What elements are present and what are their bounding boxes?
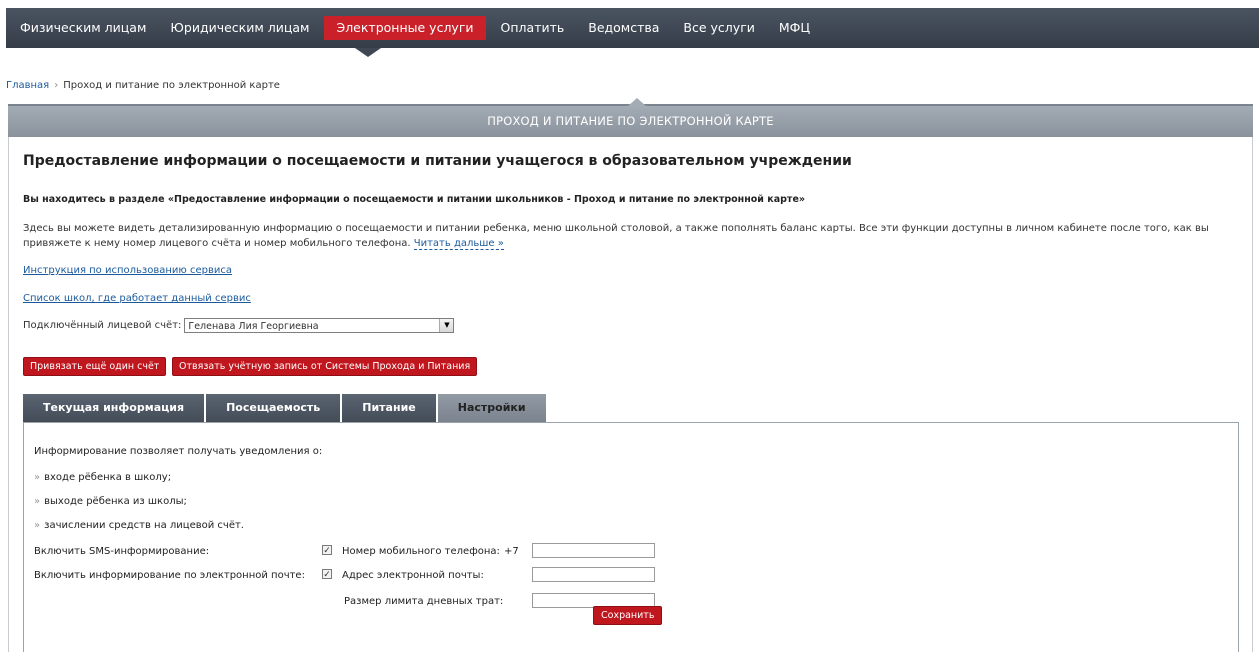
tab-settings[interactable]: Настройки	[437, 394, 546, 422]
list-item: » выходе рёбенка из школы;	[34, 496, 187, 507]
nav-active-pointer	[355, 48, 381, 57]
unbind-account-button[interactable]: Отвязать учётную запись от Системы Прохо…	[172, 357, 478, 376]
tab-current-info[interactable]: Текущая информация	[23, 394, 205, 422]
email-label: Адрес электронной почты:	[342, 570, 484, 581]
page-title: Предоставление информации о посещаемости…	[23, 153, 852, 169]
read-more-link[interactable]: Читать дальше »	[413, 238, 504, 250]
account-row: Подключённый лицевой счёт: Геленава Лия …	[23, 318, 455, 333]
sms-checkbox[interactable]: ✓	[322, 545, 332, 556]
top-nav-items: Физическим лицам Юридическим лицам Элект…	[6, 8, 822, 48]
notifications-intro: Информирование позволяет получать уведом…	[34, 446, 323, 457]
breadcrumb-current: Проход и питание по электронной карте	[63, 80, 280, 91]
sms-toggle-label: Включить SMS-информирование:	[34, 546, 210, 557]
tab-nutrition[interactable]: Питание	[342, 394, 436, 422]
section-title: ПРОХОД И ПИТАНИЕ ПО ЭЛЕКТРОННОЙ КАРТЕ	[487, 114, 774, 128]
bullet-mark: »	[34, 472, 41, 483]
nav-item-mfc[interactable]: МФЦ	[767, 16, 822, 40]
save-button[interactable]: Сохранить	[593, 606, 663, 625]
section-header-bar: ПРОХОД И ПИТАНИЕ ПО ЭЛЕКТРОННОЙ КАРТЕ	[8, 98, 1253, 137]
phone-prefix: +7	[504, 546, 519, 557]
email-toggle-label: Включить информирование по электронной п…	[34, 570, 305, 581]
dropdown-arrow-icon[interactable]: ▼	[439, 319, 454, 332]
email-input[interactable]	[532, 567, 655, 582]
service-description: Здесь вы можете видеть детализированную …	[23, 221, 1233, 251]
bullet-text: выходе рёбенка из школы;	[44, 496, 187, 507]
phone-input[interactable]	[532, 543, 655, 558]
tab-attendance[interactable]: Посещаемость	[206, 394, 341, 422]
settings-panel: Информирование позволяет получать уведом…	[23, 422, 1239, 652]
breadcrumb: Главная › Проход и питание по электронной …	[6, 80, 280, 91]
instruction-link[interactable]: Инструкция по использованию сервиса	[23, 265, 232, 276]
list-item: » входе рёбенка в школу;	[34, 472, 171, 483]
daily-limit-label: Размер лимита дневных трат:	[344, 596, 504, 607]
tab-bar: Текущая информация Посещаемость Питание …	[23, 394, 548, 422]
bullet-text: зачислении средств на лицевой счёт.	[44, 520, 244, 531]
nav-item-individuals[interactable]: Физическим лицам	[8, 16, 158, 40]
account-select[interactable]: Геленава Лия Георгиевна ▼	[184, 318, 455, 333]
account-select-value: Геленава Лия Георгиевна	[188, 321, 319, 332]
email-checkbox[interactable]: ✓	[322, 569, 332, 580]
location-note: Вы находитесь в разделе «Предоставление …	[23, 194, 806, 205]
main-content: Предоставление информации о посещаемости…	[8, 137, 1253, 652]
schools-list-link[interactable]: Список школ, где работает данный сервис	[23, 293, 251, 304]
nav-item-legal-entities[interactable]: Юридическим лицам	[158, 16, 321, 40]
section-pointer	[628, 98, 646, 106]
bullet-text: входе рёбенка в школу;	[44, 472, 172, 483]
breadcrumb-home-link[interactable]: Главная	[6, 80, 49, 91]
breadcrumb-separator: ›	[54, 80, 59, 91]
nav-item-e-services[interactable]: Электронные услуги	[324, 16, 486, 40]
bullet-mark: »	[34, 520, 41, 531]
description-text: Здесь вы можете видеть детализированную …	[23, 223, 1209, 249]
list-item: » зачислении средств на лицевой счёт.	[34, 520, 244, 531]
nav-item-pay[interactable]: Оплатить	[489, 16, 577, 40]
bullet-mark: »	[34, 496, 41, 507]
top-navigation: Физическим лицам Юридическим лицам Элект…	[6, 8, 1259, 48]
nav-item-departments[interactable]: Ведомства	[576, 16, 671, 40]
account-label: Подключённый лицевой счёт:	[23, 320, 182, 331]
bind-account-button[interactable]: Привязать ещё один счёт	[23, 357, 167, 376]
phone-label: Номер мобильного телефона:	[342, 546, 500, 557]
nav-item-all-services[interactable]: Все услуги	[671, 16, 766, 40]
